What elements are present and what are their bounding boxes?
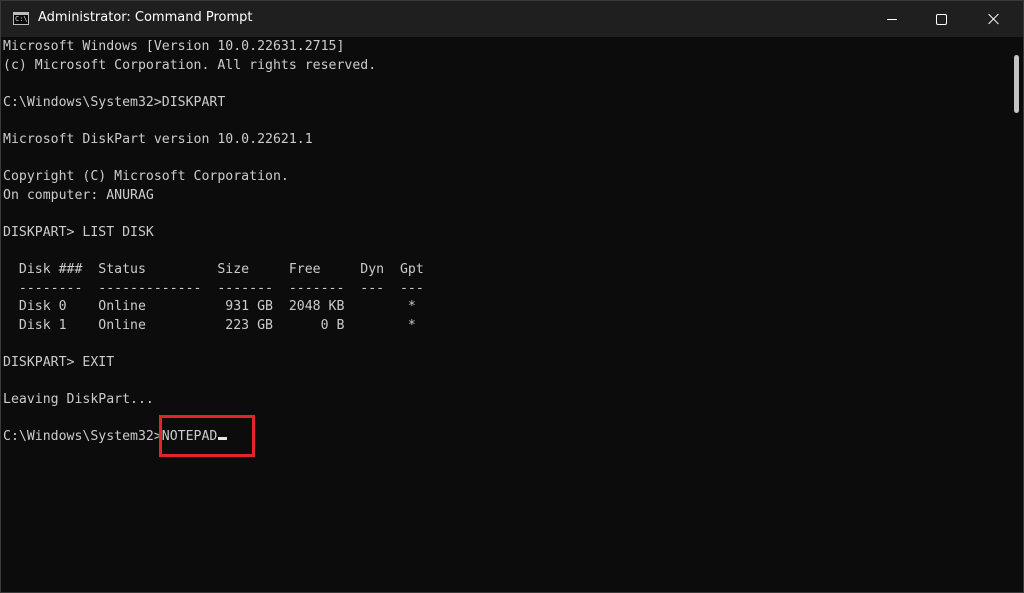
minimize-icon: [887, 18, 897, 20]
vertical-scrollbar[interactable]: [1011, 38, 1023, 593]
console-line: DISKPART> LIST DISK: [3, 224, 154, 240]
console-line: Microsoft DiskPart version 10.0.22621.1: [3, 131, 313, 147]
console-line: On computer: ANURAG: [3, 187, 154, 203]
console-line: Leaving DiskPart...: [3, 392, 154, 408]
console-line: C:\Windows\System32>DISKPART: [3, 94, 226, 110]
text-cursor: [218, 437, 228, 441]
console-line: -------- ------------- ------- ------- -…: [3, 280, 424, 296]
console-line: Disk 0 Online 931 GB 2048 KB *: [3, 299, 416, 315]
window-title: Administrator: Command Prompt: [38, 10, 253, 25]
title-bar[interactable]: C:\ Administrator: Command Prompt: [1, 1, 1023, 37]
console-line: Copyright (C) Microsoft Corporation.: [3, 169, 289, 185]
scrollbar-thumb[interactable]: [1014, 55, 1019, 113]
console-line: Microsoft Windows [Version 10.0.22631.27…: [3, 39, 345, 54]
maximize-button[interactable]: [918, 1, 964, 37]
console-line: Disk 1 Online 223 GB 0 B *: [3, 317, 416, 333]
maximize-icon: [935, 13, 947, 25]
console-line: (c) Microsoft Corporation. All rights re…: [3, 57, 377, 73]
command-prompt-window: C:\ Administrator: Command Prompt Micros…: [0, 0, 1024, 593]
command-input[interactable]: NOTEPAD: [162, 429, 218, 444]
cmd-icon: C:\: [13, 12, 29, 25]
command-prompt-path: C:\Windows\System32>: [3, 429, 162, 445]
prompt-line[interactable]: C:\Windows\System32>NOTEPAD: [3, 428, 1003, 447]
cmd-icon-glyph: C:\: [15, 15, 28, 23]
close-icon: [988, 13, 1000, 25]
close-button[interactable]: [971, 1, 1017, 37]
console-line: Disk ### Status Size Free Dyn Gpt: [3, 262, 424, 278]
console-output[interactable]: Microsoft Windows [Version 10.0.22631.27…: [3, 38, 1003, 593]
minimize-button[interactable]: [869, 1, 915, 37]
console-line: DISKPART> EXIT: [3, 355, 115, 371]
